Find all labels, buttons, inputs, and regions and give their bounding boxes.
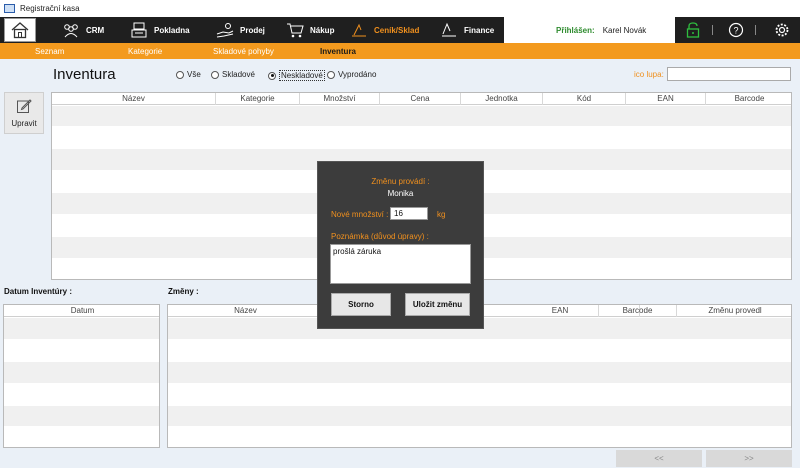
radio-icon [327, 70, 335, 79]
quantity-input[interactable]: 16 [390, 207, 428, 220]
dates-table: Datum [3, 304, 160, 448]
nav-crm[interactable]: CRM [62, 17, 104, 43]
dates-label: Datum Inventúry : [4, 287, 73, 296]
table-header: Datum [4, 305, 159, 317]
logged-label: Přihlášen: [556, 25, 595, 35]
col-kategorie[interactable]: Kategorie [216, 93, 300, 105]
page-title: Inventura [53, 66, 116, 83]
col-ean[interactable]: EAN [626, 93, 706, 105]
nav-cenik-sklad-label: Ceník/Sklad [374, 25, 420, 35]
nav-prodej-label: Prodej [240, 25, 265, 35]
table-row[interactable] [52, 106, 791, 127]
help-icon: ? [728, 22, 744, 38]
changes-label: Změny : [168, 287, 199, 296]
search-label: ico lupa: [634, 70, 664, 79]
radio-selected-icon [268, 71, 276, 80]
nav-finance[interactable]: Finance [440, 17, 494, 43]
sub-nav [0, 43, 800, 59]
window-title: Registrační kasa [20, 4, 80, 13]
gear-icon [775, 23, 789, 37]
settings-button[interactable] [770, 17, 794, 43]
table-row[interactable] [168, 384, 791, 406]
table-row[interactable] [4, 427, 159, 447]
unit-label: kg [437, 210, 446, 219]
help-button[interactable]: ? [725, 17, 747, 43]
quantity-label: Nové množství : [331, 210, 389, 219]
lock-button[interactable] [682, 17, 704, 43]
table-row[interactable] [4, 340, 159, 362]
col-barcode[interactable]: Barcode [599, 305, 677, 317]
dialog-title: Změnu provádí : [371, 177, 430, 186]
table-row[interactable] [4, 384, 159, 406]
nav-cenik-sklad[interactable]: Ceník/Sklad [350, 17, 419, 43]
edit-icon [17, 99, 32, 113]
col-datum[interactable]: Datum [4, 305, 159, 317]
table-row[interactable] [4, 362, 159, 384]
filter-neskladove[interactable]: Neskladové [268, 70, 325, 81]
table-row[interactable] [52, 127, 791, 149]
nav-pokladna[interactable]: Pokladna [130, 17, 190, 43]
chart-icon [442, 22, 456, 37]
filter-vse[interactable]: Vše [176, 70, 201, 79]
filter-vyprodano[interactable]: Vyprodáno [327, 70, 376, 79]
radio-icon [211, 70, 219, 79]
filter-skladove[interactable]: Skladové [211, 70, 255, 79]
edit-button-label: Upravit [11, 119, 37, 128]
search-input[interactable] [667, 67, 791, 81]
col-zmenu-provedl[interactable]: Změnu provedl [677, 305, 791, 317]
home-icon [11, 22, 29, 39]
home-button[interactable] [4, 18, 36, 42]
subnav-skladove-pohyby[interactable]: Skladové pohyby [213, 43, 274, 59]
cash-register-icon [131, 22, 147, 38]
table-row[interactable] [4, 406, 159, 427]
col-jednotka[interactable]: Jednotka [461, 93, 543, 105]
table-row[interactable] [168, 406, 791, 427]
cart-icon [287, 23, 304, 38]
next-page-button[interactable]: >> [706, 450, 792, 467]
table-row[interactable] [168, 427, 791, 447]
subnav-kategorie[interactable]: Kategorie [128, 43, 162, 59]
note-label: Poznámka (důvod úpravy) : [331, 232, 429, 241]
radio-icon [176, 70, 184, 79]
cancel-button[interactable]: Storno [331, 293, 391, 316]
col-barcode[interactable]: Barcode [706, 93, 791, 105]
dialog-user: Monika [387, 189, 414, 198]
nav-nakup-label: Nákup [310, 25, 335, 35]
subnav-seznam[interactable]: Seznam [35, 43, 64, 59]
people-icon [64, 24, 78, 38]
col-ean[interactable]: EAN [522, 305, 599, 317]
logged-user-name: Karel Novák [602, 25, 647, 35]
svg-text:?: ? [733, 26, 738, 36]
col-mnozstvi[interactable]: Množství [300, 93, 380, 105]
hand-coins-icon [216, 23, 234, 38]
save-change-button[interactable]: Uložit změnu [405, 293, 470, 316]
app-icon [4, 4, 15, 13]
nav-nakup[interactable]: Nákup [286, 17, 334, 43]
nav-finance-label: Finance [464, 25, 495, 35]
toolbar-separator [755, 25, 756, 35]
table-header: Název Kategorie Množství Cena Jednotka K… [52, 93, 791, 105]
toolbar-separator [712, 25, 713, 35]
table-row[interactable] [168, 362, 791, 384]
note-textarea[interactable]: prošlá záruka [330, 244, 471, 284]
pricetag-icon [352, 23, 366, 37]
lock-icon [686, 22, 700, 38]
edit-button[interactable]: Upravit [4, 92, 44, 134]
nav-crm-label: CRM [86, 25, 105, 35]
table-row[interactable] [168, 340, 791, 362]
col-nazev[interactable]: Název [52, 93, 216, 105]
col-cena[interactable]: Cena [380, 93, 461, 105]
col-kod[interactable]: Kód [543, 93, 626, 105]
table-row[interactable] [4, 318, 159, 340]
nav-pokladna-label: Pokladna [154, 25, 190, 35]
change-quantity-dialog: Změnu provádí : Monika Nové množství : 1… [317, 161, 484, 329]
col-nazev[interactable]: Název [168, 305, 324, 317]
logged-user: Přihlášen: Karel Novák [556, 17, 646, 43]
prev-page-button[interactable]: << [616, 450, 702, 467]
nav-prodej[interactable]: Prodej [216, 17, 265, 43]
window-titlebar: Registrační kasa [0, 0, 800, 17]
subnav-inventura[interactable]: Inventura [320, 43, 356, 59]
